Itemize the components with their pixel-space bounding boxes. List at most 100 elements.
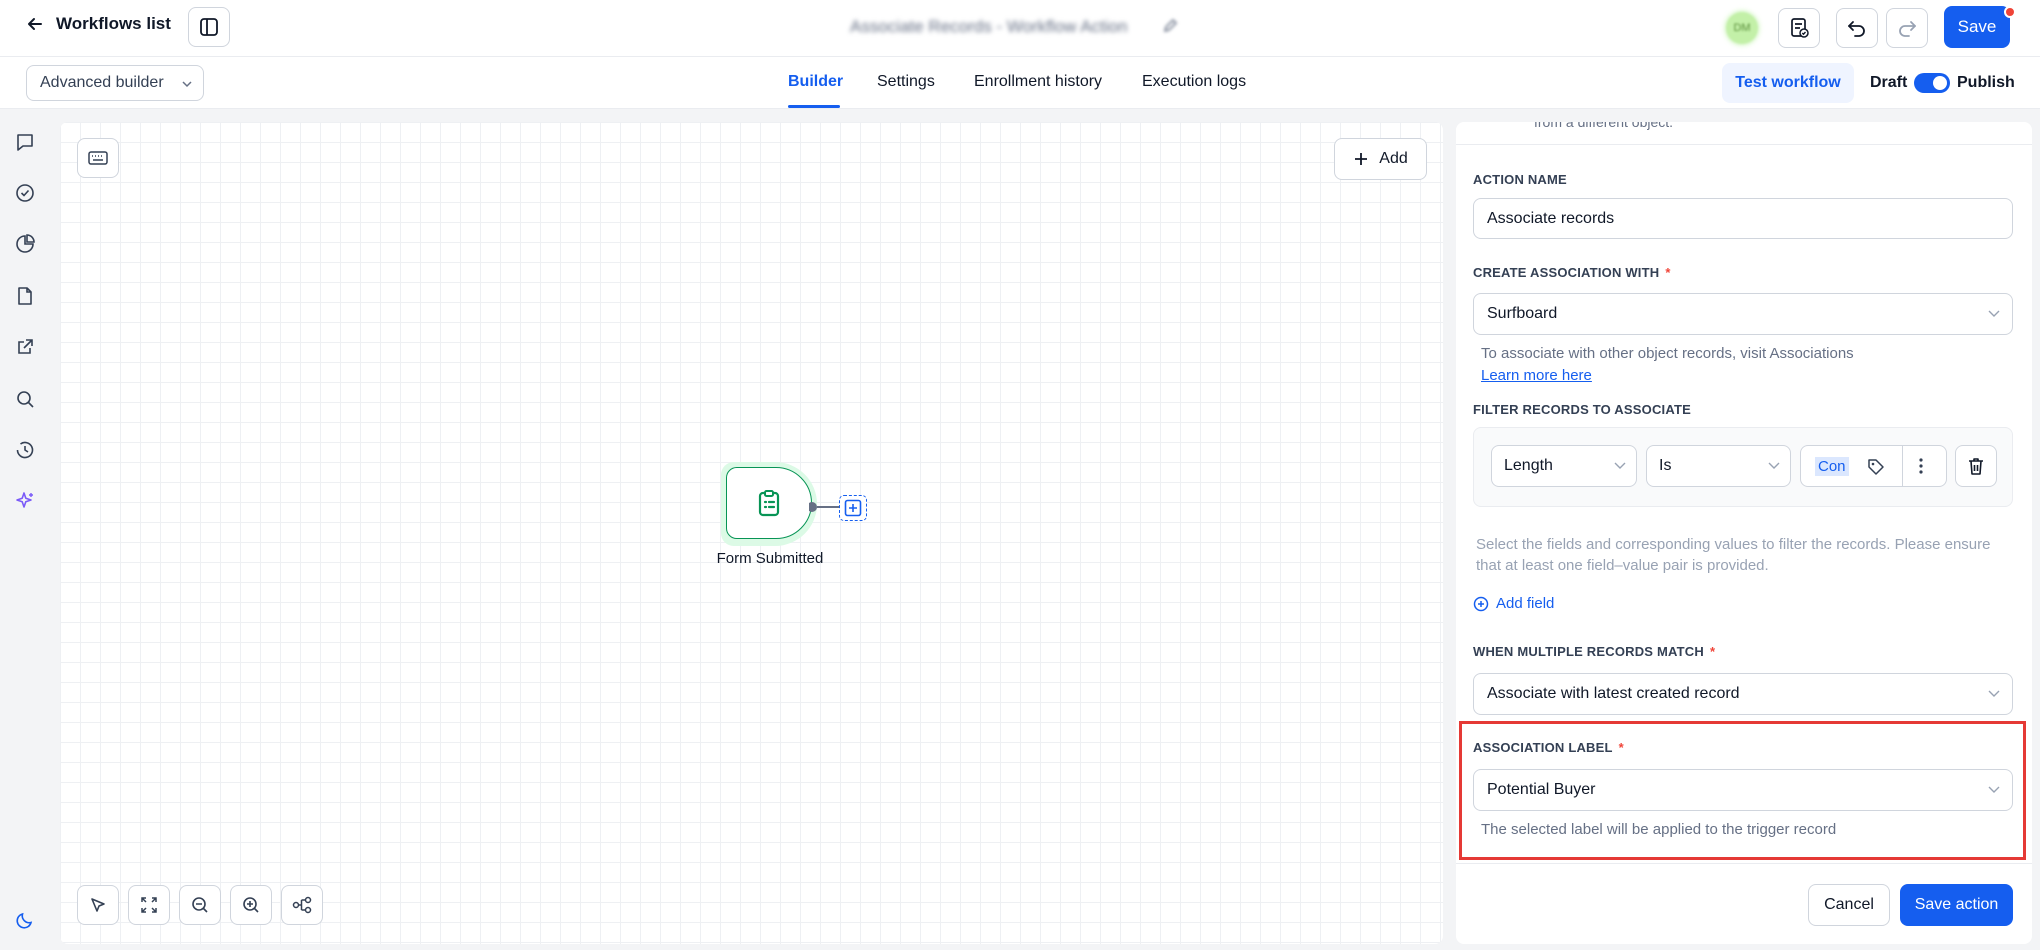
user-avatar[interactable]: DM — [1726, 12, 1758, 44]
sidebar-panel-icon — [200, 18, 218, 36]
back-to-workflows-link[interactable]: Workflows list — [26, 14, 171, 34]
chevron-down-icon — [1988, 310, 2000, 317]
filter-hint: Select the fields and corresponding valu… — [1476, 536, 1991, 574]
pie-chart-icon[interactable] — [14, 233, 36, 255]
action-name-label: ACTION NAME — [1473, 172, 1567, 187]
divider — [1902, 446, 1903, 486]
flow-tree-icon — [292, 896, 312, 914]
filter-field-select[interactable]: Length — [1491, 445, 1637, 487]
divider — [1456, 863, 2032, 864]
left-icon-bar — [0, 109, 52, 950]
undo-button[interactable] — [1836, 8, 1878, 48]
chevron-down-icon — [1988, 690, 2000, 697]
keyboard-shortcuts-button[interactable] — [77, 138, 119, 178]
edit-pencil-icon[interactable] — [1162, 18, 1178, 34]
select-tool-button[interactable] — [77, 885, 119, 925]
tab-builder[interactable]: Builder — [788, 73, 843, 91]
multiple-match-text: WHEN MULTIPLE RECORDS MATCH — [1473, 644, 1704, 659]
redo-button[interactable] — [1886, 8, 1928, 48]
filter-value-token: Con — [1815, 456, 1849, 476]
builder-mode-select[interactable]: Advanced builder — [26, 65, 204, 101]
unsaved-indicator — [2004, 6, 2016, 18]
file-icon[interactable] — [14, 285, 36, 307]
tab-settings[interactable]: Settings — [877, 73, 935, 91]
sub-nav-bar: Advanced builder Builder Settings Enroll… — [0, 57, 2040, 109]
redo-icon — [1899, 21, 1916, 37]
filter-records-label: FILTER RECORDS TO ASSOCIATE — [1473, 402, 1691, 417]
learn-more-link[interactable]: Learn more here — [1481, 367, 1592, 384]
filter-field-value: Length — [1504, 457, 1553, 474]
undo-icon — [1848, 21, 1865, 37]
active-tab-indicator — [788, 105, 840, 108]
highlight-box — [1459, 721, 2026, 860]
trigger-node-label: Form Submitted — [716, 550, 824, 567]
divider — [1456, 144, 2032, 145]
chevron-down-icon — [1614, 462, 1626, 469]
pointer-icon — [91, 898, 105, 912]
zoom-out-button[interactable] — [179, 885, 221, 925]
zoom-out-icon — [192, 897, 208, 913]
workflow-canvas[interactable]: Add Form Submitted — [60, 122, 1443, 944]
chevron-down-icon — [1768, 462, 1780, 469]
trash-icon — [1969, 458, 1983, 475]
cancel-button[interactable]: Cancel — [1808, 884, 1890, 926]
back-label: Workflows list — [56, 14, 171, 33]
trigger-node-form-submitted[interactable] — [726, 467, 812, 539]
toggle-sidebar-button[interactable] — [188, 7, 230, 47]
multiple-match-select[interactable]: Associate with latest created record — [1473, 673, 2013, 715]
truncated-description: from a different object. — [1534, 122, 1674, 130]
add-field-label: Add field — [1496, 595, 1555, 612]
auto-layout-button[interactable] — [281, 885, 323, 925]
fit-view-button[interactable] — [128, 885, 170, 925]
multiple-match-value: Associate with latest created record — [1487, 685, 1740, 702]
delete-filter-button[interactable] — [1955, 445, 1997, 487]
add-label: Add — [1379, 150, 1408, 167]
save-button[interactable]: Save — [1944, 6, 2010, 48]
top-bar: Workflows list Associate Records - Workf… — [0, 0, 2040, 57]
association-object-value: Surfboard — [1487, 305, 1558, 322]
learn-more-link-wrap: Learn more here — [1481, 365, 1592, 386]
action-name-input[interactable]: Associate records — [1473, 198, 2013, 239]
arrow-left-icon — [28, 18, 42, 30]
chat-icon[interactable] — [14, 131, 36, 153]
document-check-icon — [1791, 18, 1809, 38]
keyboard-icon — [88, 151, 108, 165]
tag-icon[interactable] — [1867, 458, 1885, 476]
builder-mode-value: Advanced builder — [40, 74, 164, 91]
filter-operator-value: Is — [1659, 457, 1672, 474]
plus-icon — [1355, 153, 1368, 165]
draft-label: Draft — [1870, 74, 1908, 91]
tab-execution-logs[interactable]: Execution logs — [1142, 73, 1246, 91]
check-circle-icon[interactable] — [14, 182, 36, 204]
filter-row-container: Length Is Con — [1473, 427, 2013, 507]
zoom-in-icon — [243, 897, 259, 913]
clipboard-list-icon — [758, 490, 780, 517]
expand-icon — [141, 897, 157, 913]
search-icon[interactable] — [14, 388, 36, 410]
association-object-select[interactable]: Surfboard — [1473, 293, 2013, 335]
save-action-button[interactable]: Save action — [1900, 884, 2013, 926]
workflow-notes-button[interactable] — [1778, 8, 1820, 48]
action-name-value: Associate records — [1487, 209, 1615, 227]
chevron-down-icon — [182, 81, 192, 88]
required-marker: * — [1665, 265, 1671, 280]
history-icon[interactable] — [14, 439, 36, 461]
add-step-button[interactable] — [839, 495, 867, 521]
moon-icon[interactable] — [14, 909, 36, 931]
filter-operator-select[interactable]: Is — [1646, 445, 1791, 487]
publish-toggle[interactable] — [1914, 73, 1950, 93]
workflow-title[interactable]: Associate Records - Workflow Action — [850, 17, 1127, 37]
more-vertical-icon[interactable] — [1918, 457, 1924, 475]
external-link-icon[interactable] — [14, 336, 36, 358]
required-marker: * — [1709, 644, 1716, 659]
add-field-button[interactable]: Add field — [1473, 595, 1554, 612]
publish-label: Publish — [1957, 74, 2015, 91]
test-workflow-button[interactable]: Test workflow — [1722, 63, 1854, 103]
multiple-match-label: WHEN MULTIPLE RECORDS MATCH * — [1473, 644, 1715, 659]
zoom-in-button[interactable] — [230, 885, 272, 925]
add-node-button[interactable]: Add — [1334, 138, 1427, 180]
tab-enrollment-history[interactable]: Enrollment history — [974, 73, 1102, 91]
filter-value-input[interactable]: Con — [1800, 445, 1947, 487]
ai-sparkle-icon[interactable] — [14, 490, 36, 512]
create-association-with-text: CREATE ASSOCIATION WITH — [1473, 265, 1660, 280]
